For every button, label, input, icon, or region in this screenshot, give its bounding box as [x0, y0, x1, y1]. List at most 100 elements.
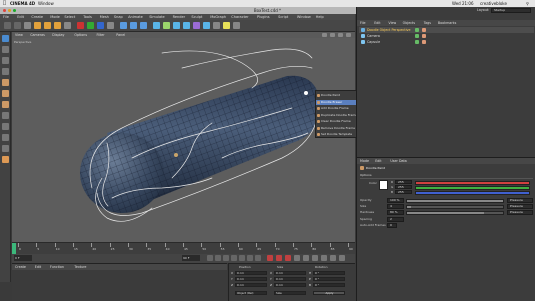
pressure-select[interactable]: Pressure	[507, 210, 533, 215]
points-mode-icon[interactable]	[2, 79, 9, 86]
apply-button[interactable]: Apply	[313, 291, 345, 295]
doodle-side-icon[interactable]	[2, 156, 9, 163]
pressure-select[interactable]: Pressure	[507, 204, 533, 209]
end-frame-field[interactable]: 90 F	[182, 255, 200, 261]
object-tag-icon[interactable]	[422, 28, 426, 32]
menubar-item-window[interactable]: Window	[38, 0, 54, 7]
material-menu-edit[interactable]: Edit	[35, 264, 41, 270]
workplane-icon[interactable]	[2, 68, 9, 75]
object-tag-icon[interactable]	[422, 34, 426, 38]
menubar-user[interactable]: creativebloke	[480, 0, 507, 7]
context-menu-item[interactable]: Remove Doodle Frame	[316, 126, 358, 131]
y-axis-icon[interactable]	[87, 22, 94, 29]
context-menu-item[interactable]: Set Doodle Template	[316, 132, 358, 137]
current-frame-field[interactable]: 0 F	[14, 255, 32, 261]
viewport-rotate-icon[interactable]	[338, 33, 343, 37]
next-frame-icon[interactable]	[239, 255, 245, 261]
rotation-field[interactable]: 0 °	[313, 283, 345, 287]
param-field[interactable]: 100 %	[387, 198, 404, 203]
floor-icon[interactable]	[203, 22, 210, 29]
scale-icon[interactable]	[44, 22, 51, 29]
param-slider[interactable]	[406, 204, 504, 209]
timeline-ruler[interactable]: 0 5 10 15 20 25 30 35 40 45 50 55 60 65 70 75 80 85 90	[12, 242, 355, 254]
object-menu-objects[interactable]: Objects	[403, 20, 415, 26]
material-menu-create[interactable]: Create	[15, 264, 26, 270]
snap-icon[interactable]	[2, 134, 9, 141]
attribute-menu-user-data[interactable]: User Data	[390, 158, 406, 164]
material-menu-texture[interactable]: Texture	[74, 264, 86, 270]
deformer-icon[interactable]	[193, 22, 200, 29]
param-field[interactable]: 80 %	[387, 210, 404, 215]
make-editable-icon[interactable]	[2, 35, 9, 42]
keyframe-selection-icon[interactable]	[285, 255, 291, 261]
live-select-icon[interactable]	[24, 22, 31, 29]
last-tool-icon[interactable]	[64, 22, 71, 29]
layout-select[interactable]: Startup	[491, 8, 531, 13]
position-key-icon[interactable]	[294, 255, 300, 261]
render-view-icon[interactable]	[120, 22, 127, 29]
pla-key-icon[interactable]	[330, 255, 336, 261]
position-field[interactable]: 0 cm	[235, 271, 267, 275]
go-to-start-icon[interactable]	[207, 255, 213, 261]
context-menu-item[interactable]: Clear Doodle Frame	[316, 119, 358, 124]
play-icon[interactable]	[231, 255, 237, 261]
timeline-settings-icon[interactable]	[339, 255, 345, 261]
redo-icon[interactable]	[14, 22, 21, 29]
context-menu-item[interactable]: Doodle Eraser	[316, 99, 358, 105]
size-mode-select[interactable]: Size	[274, 291, 306, 295]
viewport-perspective[interactable]	[12, 38, 355, 242]
next-key-icon[interactable]	[247, 255, 253, 261]
texture-mode-icon[interactable]	[2, 57, 9, 64]
axis-icon[interactable]	[2, 112, 9, 119]
polygons-mode-icon[interactable]	[2, 101, 9, 108]
coord-mode-select[interactable]: Object (Rel)	[235, 291, 267, 295]
viewport-move-icon[interactable]	[322, 33, 327, 37]
color-channel-slider[interactable]	[415, 180, 530, 185]
z-axis-icon[interactable]	[97, 22, 104, 29]
object-tag-icon[interactable]	[422, 40, 426, 44]
edges-mode-icon[interactable]	[2, 90, 9, 97]
scale-key-icon[interactable]	[303, 255, 309, 261]
color-channel-field[interactable]: 255	[395, 180, 412, 184]
record-icon[interactable]	[267, 255, 273, 261]
rotate-icon[interactable]	[54, 22, 61, 29]
color-swatch[interactable]	[379, 180, 388, 190]
auto-add-frames-field[interactable]: 0	[387, 223, 397, 228]
render-picture-viewer-icon[interactable]	[130, 22, 137, 29]
tweak-icon[interactable]	[2, 123, 9, 130]
attribute-menu-mode[interactable]: Mode	[360, 158, 369, 164]
autokey-icon[interactable]	[276, 255, 282, 261]
zoom-icon[interactable]	[13, 9, 16, 12]
model-mode-icon[interactable]	[2, 46, 9, 53]
color-channel-slider[interactable]	[415, 185, 530, 190]
go-to-end-icon[interactable]	[255, 255, 261, 261]
capsule-object[interactable]	[80, 75, 321, 213]
context-menu-item[interactable]: Add Doodle Frame	[316, 106, 358, 111]
array-icon[interactable]	[183, 22, 190, 29]
viewport-zoom-icon[interactable]	[330, 33, 335, 37]
rotation-field[interactable]: 0 °	[313, 271, 345, 275]
visibility-check-icon[interactable]	[415, 34, 419, 38]
context-menu-item[interactable]: Duplicate Doodle Frame	[316, 113, 358, 118]
size-field[interactable]: 0 cm	[274, 277, 306, 281]
rotation-key-icon[interactable]	[312, 255, 318, 261]
material-menu-function[interactable]: Function	[50, 264, 64, 270]
object-menu-edit[interactable]: Edit	[374, 20, 380, 26]
prev-key-icon[interactable]	[215, 255, 221, 261]
object-menu-bookmarks[interactable]: Bookmarks	[438, 20, 456, 26]
pressure-select[interactable]: Pressure	[507, 198, 533, 203]
color-channel-field[interactable]: 255	[395, 190, 412, 194]
move-icon[interactable]	[34, 22, 41, 29]
undo-icon[interactable]	[4, 22, 11, 29]
size-field[interactable]: 0 cm	[274, 283, 306, 287]
color-channel-slider[interactable]	[415, 190, 530, 195]
object-menu-view[interactable]: View	[388, 20, 396, 26]
spacing-field[interactable]: 2	[387, 217, 404, 222]
rotation-field[interactable]: 0 °	[313, 277, 345, 281]
param-key-icon[interactable]	[321, 255, 327, 261]
pen-icon[interactable]	[163, 22, 170, 29]
visibility-check-icon[interactable]	[415, 28, 419, 32]
app-menu-name[interactable]: CINEMA 4D	[10, 0, 35, 7]
visibility-check-icon[interactable]	[415, 40, 419, 44]
section-tab-options[interactable]: Options	[360, 173, 372, 177]
